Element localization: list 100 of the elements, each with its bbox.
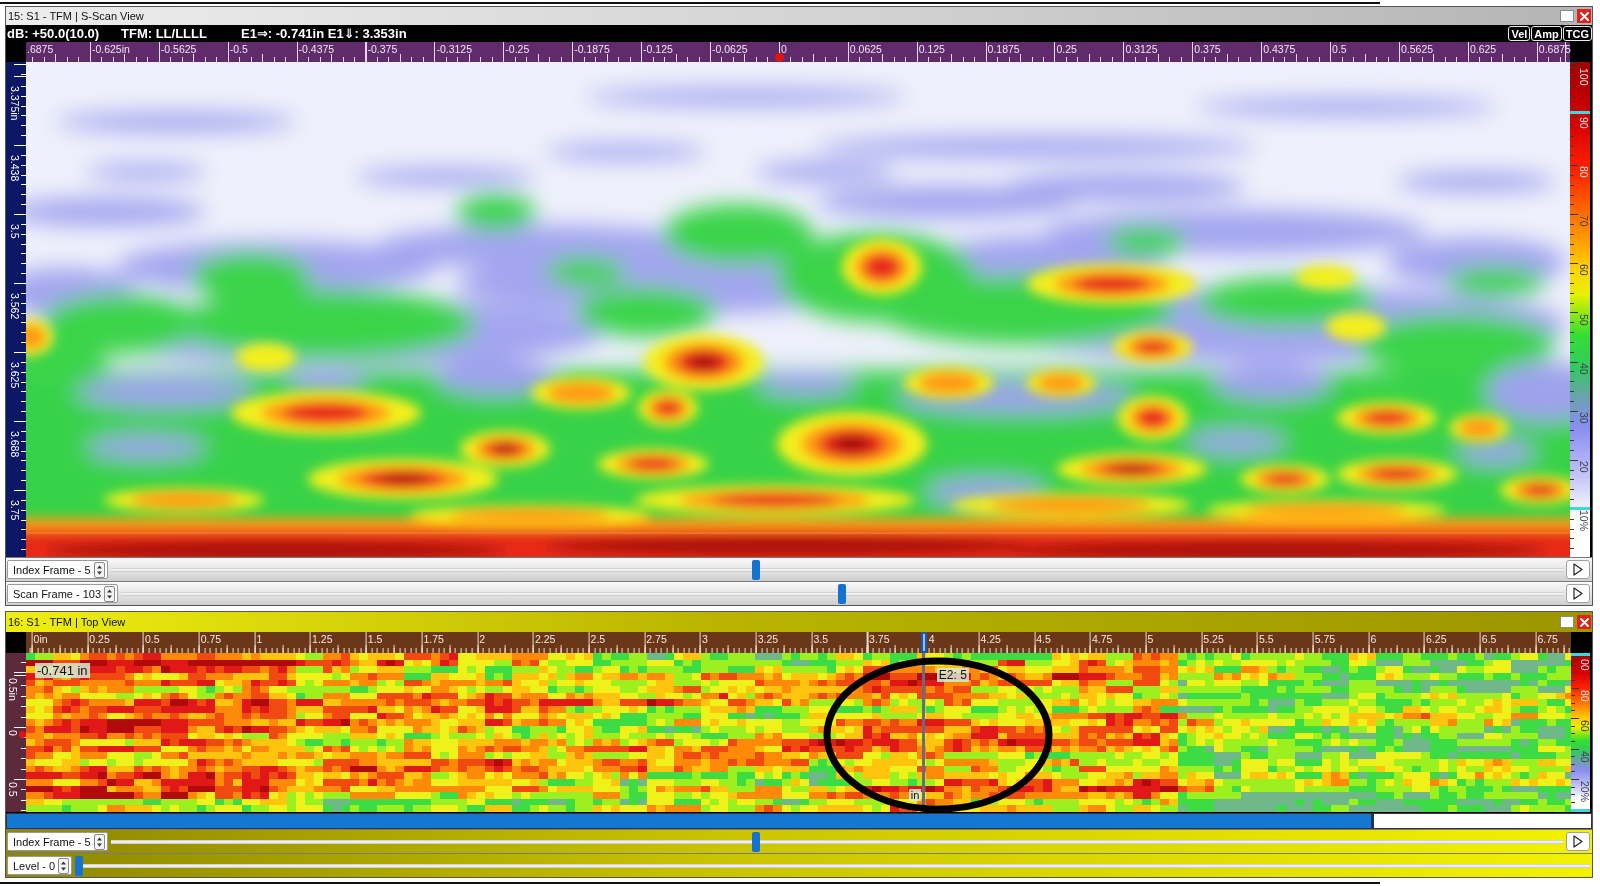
frame-spinner[interactable]: Scan Frame - 103: [7, 584, 119, 603]
ruler-label: 3.562: [9, 293, 21, 320]
play-button[interactable]: [1566, 584, 1590, 603]
mode-button[interactable]: Vel: [1508, 26, 1531, 41]
ruler-label: 2.5: [590, 633, 606, 645]
ruler-label: 0.5625: [1401, 43, 1434, 55]
stepper-icon[interactable]: [93, 833, 105, 850]
ruler-label: 1.5: [367, 633, 383, 645]
window-title: 16: S1 - TFM | Top View: [8, 615, 126, 629]
color-scale-label: 90: [1578, 117, 1589, 129]
amplitude-readout: E2: 5: [936, 668, 969, 682]
frame-slider[interactable]: [110, 831, 1563, 852]
ruler-label: 0: [780, 43, 787, 55]
ruler-label: 4.25: [980, 633, 1001, 645]
ruler-label: 4.5: [1036, 633, 1051, 645]
ruler-label: 3.5: [813, 633, 828, 645]
ruler-label: -0.3125: [436, 43, 472, 55]
cursor-marker-icon[interactable]: [920, 632, 927, 653]
color-scale-label: 40: [1578, 362, 1589, 375]
mode-readout: TFM: LL/LLLL: [121, 26, 208, 41]
stepper-icon[interactable]: [58, 857, 70, 874]
play-icon: [1573, 835, 1583, 848]
maximize-button[interactable]: [1560, 10, 1574, 22]
scale-marker-icon[interactable]: [1570, 110, 1590, 114]
ruler-label: -0.25: [505, 43, 530, 55]
frame-spinner[interactable]: Index Frame - 5: [7, 832, 108, 851]
frame-slider[interactable]: [121, 583, 1563, 604]
stepper-icon[interactable]: [104, 585, 116, 602]
stepper-icon[interactable]: [93, 561, 105, 578]
ruler-label: 0.75: [200, 633, 222, 645]
ruler-label: 2: [479, 633, 486, 645]
ruler-label: 0.3125: [1125, 43, 1158, 55]
close-button[interactable]: [1577, 9, 1591, 23]
ruler-label: 2.25: [534, 633, 556, 645]
ruler-label: 3.375in: [9, 86, 21, 121]
gain-readout: dB: +50.0(10.0): [7, 26, 101, 41]
ruler-label: -0.625in: [91, 43, 130, 55]
ruler-label: -0.0625: [712, 43, 748, 55]
scale-marker-icon[interactable]: [1570, 506, 1590, 510]
ruler-label: 0in: [33, 633, 48, 645]
ruler-label: 1.75: [423, 633, 444, 645]
cursor-marker-icon[interactable]: [774, 53, 784, 62]
ruler-label: 6.75: [1537, 633, 1558, 645]
ruler-label: 3.5: [9, 224, 21, 239]
frame-spinner[interactable]: Index Frame - 5: [7, 560, 108, 579]
frame-slider[interactable]: [110, 559, 1563, 580]
ruler-label: 3.25: [757, 633, 779, 645]
cursor-readout: -0.741 in: [35, 663, 90, 678]
ruler-label: 3.625: [9, 362, 21, 389]
ruler-label: -0.375: [367, 43, 398, 55]
ruler-label: -0.125: [643, 43, 673, 55]
ruler-label: 0.625: [1469, 43, 1497, 55]
color-scale-label: 100: [1578, 68, 1589, 86]
color-scale-label: 30: [1578, 411, 1589, 424]
maximize-button[interactable]: [1560, 616, 1574, 628]
slider-thumb[interactable]: [838, 583, 846, 604]
slider-thumb[interactable]: [751, 559, 760, 580]
ruler-label: 5.75: [1314, 633, 1336, 645]
ruler-label: 6.5: [1481, 633, 1497, 645]
ruler-label: 0.5: [1332, 43, 1347, 55]
color-scale-label: 80: [1578, 166, 1589, 178]
slider-thumb[interactable]: [75, 855, 84, 876]
color-scale-label: 10%: [1578, 509, 1589, 531]
close-icon: [1579, 617, 1589, 627]
ruler-label: 0.125: [918, 43, 945, 55]
ruler-label: 0.5: [145, 633, 160, 645]
ruler-label: 3.75: [869, 633, 890, 645]
ruler-label: 0.4375: [1263, 43, 1296, 55]
ruler-label: .6875: [27, 43, 54, 55]
ruler-label: 3: [702, 633, 708, 645]
play-button[interactable]: [1566, 832, 1590, 851]
window-title: 15: S1 - TFM | S-Scan View: [8, 9, 144, 23]
ruler-label: 6.25: [1426, 633, 1447, 645]
cursor-marker-icon[interactable]: [19, 731, 26, 738]
slider-thumb[interactable]: [751, 831, 760, 852]
ruler-label: 0.375: [1194, 43, 1221, 55]
ruler-label: -0.5625: [160, 43, 197, 55]
mode-button[interactable]: TCG: [1562, 26, 1592, 41]
ruler-label: 3.688: [9, 431, 21, 458]
color-scale-label: 50: [1578, 313, 1589, 326]
ruler-label: 4.75: [1091, 633, 1113, 645]
cursor-readout: E1⇒: -0.741in E1⇓: 3.353in: [241, 26, 407, 41]
ruler-label: 0.25: [1056, 43, 1077, 55]
ruler-label: 6: [1370, 633, 1377, 645]
ruler-label: 1: [256, 633, 263, 645]
ruler-label: 0.25: [89, 633, 110, 645]
close-button[interactable]: [1577, 615, 1591, 629]
close-icon: [1579, 11, 1589, 21]
scale-marker-icon[interactable]: [1571, 653, 1590, 656]
scale-marker-icon[interactable]: [1571, 809, 1590, 812]
ruler-label: 0.5in: [7, 678, 19, 701]
ruler-label: 0.1875: [987, 43, 1020, 55]
frame-slider[interactable]: [75, 855, 1590, 876]
mode-button[interactable]: Amp: [1531, 26, 1562, 41]
play-button[interactable]: [1566, 560, 1590, 579]
ruler-label: 5: [1147, 633, 1154, 645]
frame-spinner[interactable]: Level - 0: [7, 856, 73, 875]
ruler-label: 0.5: [7, 782, 19, 797]
color-scale-label: 60: [1578, 264, 1589, 277]
color-scale-label: 20: [1578, 460, 1589, 473]
